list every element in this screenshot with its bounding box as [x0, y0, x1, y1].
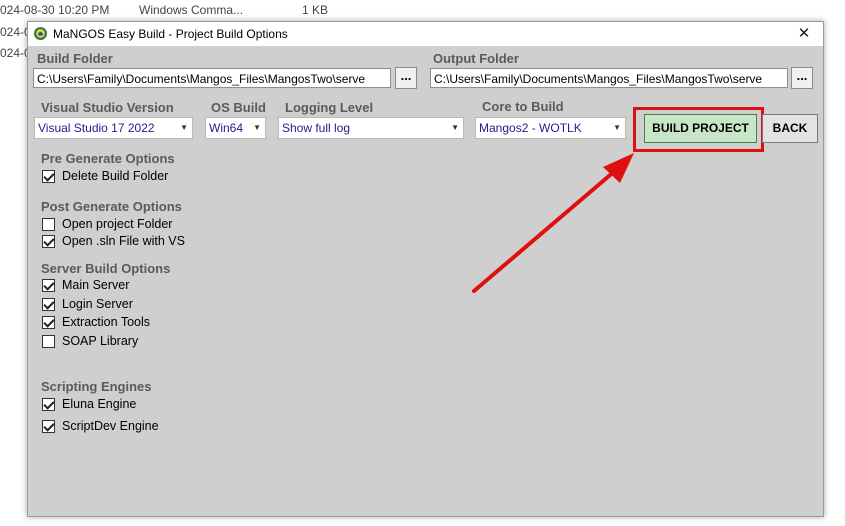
build-options-window: MaNGOS Easy Build - Project Build Option… [27, 21, 824, 517]
annotation-arrow-icon [472, 153, 634, 293]
file-size: 1 KB [302, 3, 329, 17]
file-type: Windows Comma... [139, 3, 244, 17]
file-date: 024-08-30 10:20 PM [0, 3, 110, 17]
